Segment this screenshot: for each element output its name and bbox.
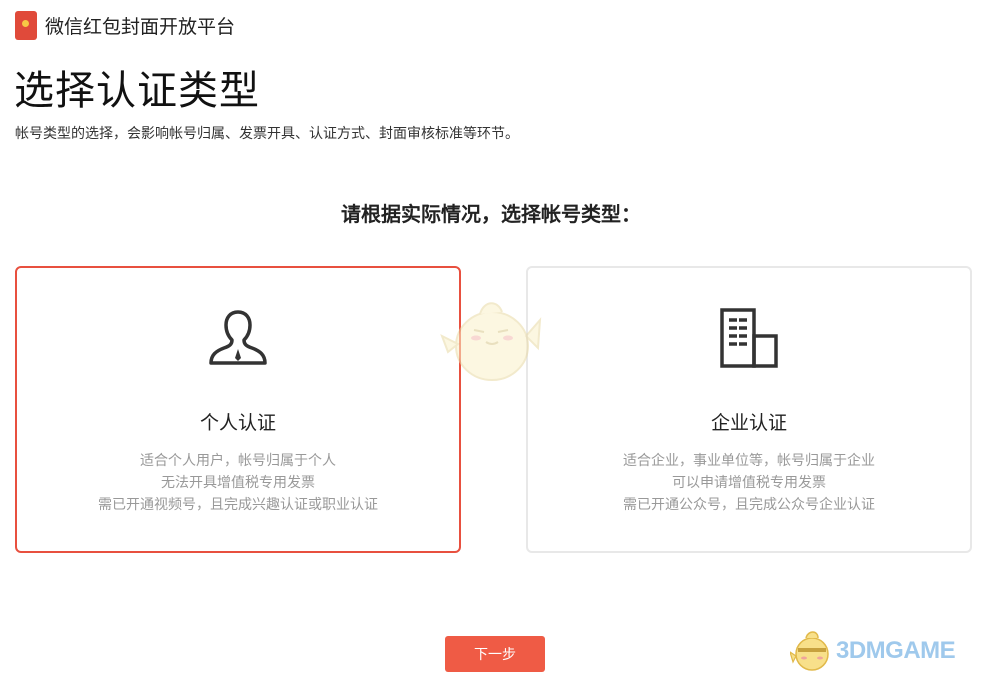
enterprise-auth-card[interactable]: 企业认证 适合企业，事业单位等，帐号归属于企业 可以申请增值税专用发票 需已开通… xyxy=(526,266,972,553)
enterprise-desc-line: 适合企业，事业单位等，帐号归属于企业 xyxy=(623,453,875,469)
site-watermark: 3DMGAME xyxy=(790,628,956,674)
personal-desc-line: 无法开具增值税专用发票 xyxy=(161,475,315,491)
personal-desc-line: 适合个人用户，帐号归属于个人 xyxy=(140,453,336,469)
mascot-watermark-icon xyxy=(440,296,544,390)
personal-card-description: 适合个人用户，帐号归属于个人 无法开具增值税专用发票 需已开通视频号，且完成兴趣… xyxy=(17,450,459,516)
building-icon xyxy=(717,306,781,374)
top-bar: 微信红包封面开放平台 xyxy=(15,10,235,40)
page-title: 选择认证类型 xyxy=(14,68,260,114)
red-packet-icon xyxy=(15,10,37,40)
personal-auth-card[interactable]: 个人认证 适合个人用户，帐号归属于个人 无法开具增值税专用发票 需已开通视频号，… xyxy=(15,266,461,553)
chick-logo-icon xyxy=(790,631,829,671)
personal-card-title: 个人认证 xyxy=(199,412,276,434)
next-step-button[interactable]: 下一步 xyxy=(445,636,545,672)
enterprise-desc-line: 需已开通公众号，且完成公众号企业认证 xyxy=(623,497,875,513)
page: 微信红包封面开放平台 选择认证类型 帐号类型的选择，会影响帐号归属、发票开具、认… xyxy=(0,0,982,681)
enterprise-card-title: 企业认证 xyxy=(710,412,787,434)
platform-name: 微信红包封面开放平台 xyxy=(45,15,236,38)
page-subtitle: 帐号类型的选择，会影响帐号归属、发票开具、认证方式、封面审核标准等环节。 xyxy=(15,126,519,142)
watermark-text: 3DMGAME xyxy=(836,637,956,664)
person-icon xyxy=(206,306,270,374)
enterprise-desc-line: 可以申请增值税专用发票 xyxy=(672,475,826,491)
selection-prompt: 请根据实际情况，选择帐号类型： xyxy=(341,202,641,226)
enterprise-card-description: 适合企业，事业单位等，帐号归属于企业 可以申请增值税专用发票 需已开通公众号，且… xyxy=(528,450,970,516)
personal-desc-line: 需已开通视频号，且完成兴趣认证或职业认证 xyxy=(98,497,378,513)
